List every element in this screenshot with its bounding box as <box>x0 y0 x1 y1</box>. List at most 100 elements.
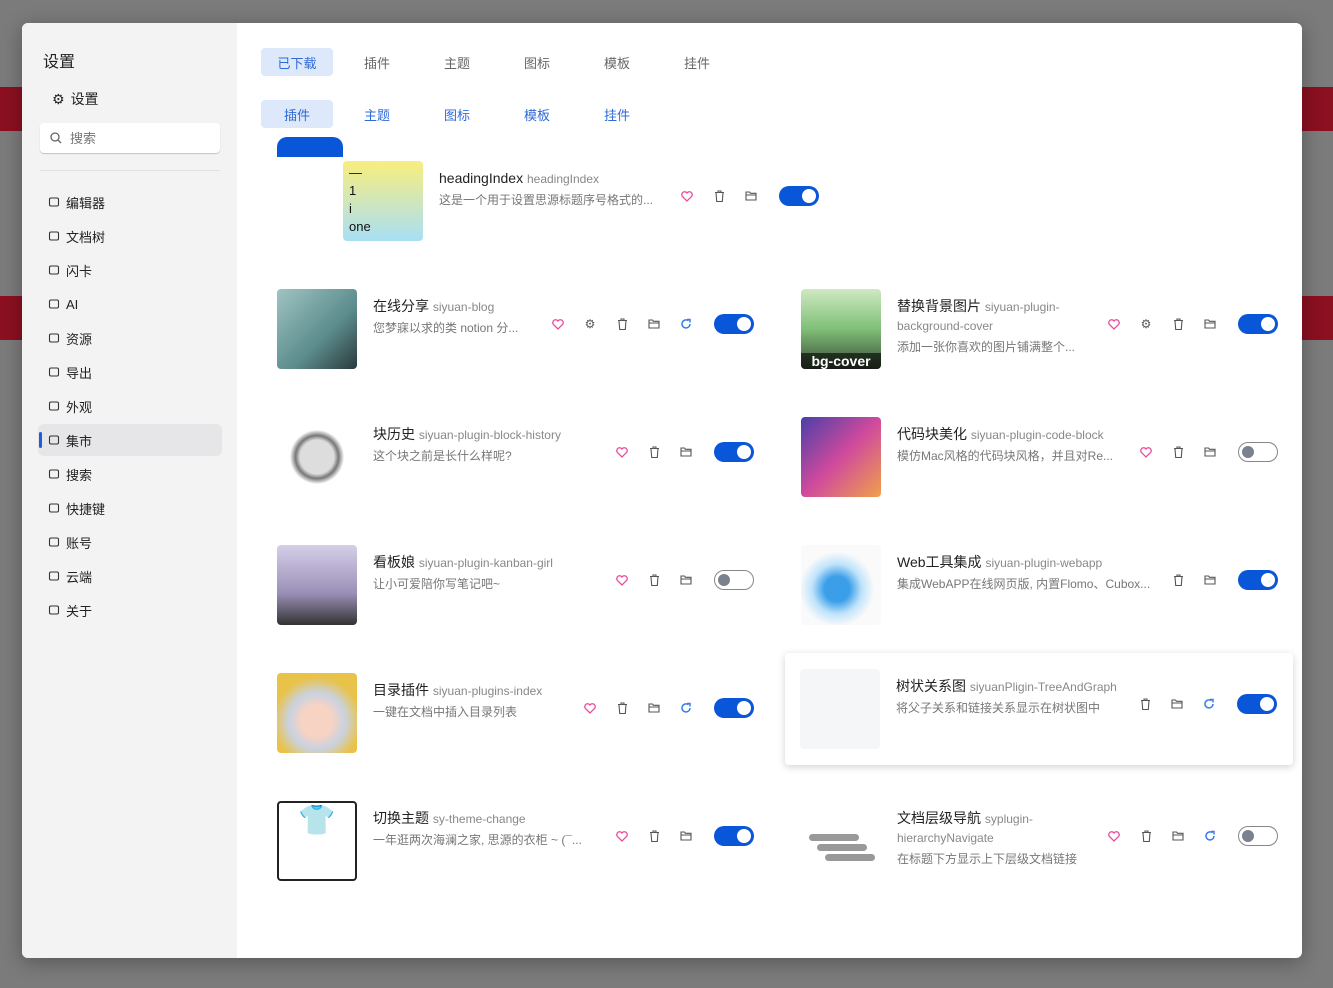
trash-icon[interactable] <box>1170 316 1186 332</box>
tab[interactable]: 已下载 <box>261 48 333 76</box>
trash-icon[interactable] <box>1170 444 1186 460</box>
plugin-card[interactable]: 块历史 siyuan-plugin-block-history 这个块之前是长什… <box>262 401 770 513</box>
trash-icon[interactable] <box>1137 696 1153 712</box>
folder-icon[interactable] <box>1202 572 1218 588</box>
update-icon[interactable] <box>678 316 694 332</box>
heart-icon[interactable] <box>614 572 630 588</box>
sidebar-item[interactable]: 集市 <box>38 424 222 456</box>
enable-toggle[interactable] <box>1238 442 1278 462</box>
enable-toggle[interactable] <box>714 570 754 590</box>
settings-link[interactable]: ⚙ 设置 <box>52 89 99 109</box>
tab[interactable]: 模板 <box>501 100 573 128</box>
folder-icon[interactable] <box>1170 828 1186 844</box>
search-input[interactable] <box>70 130 200 146</box>
trash-icon[interactable] <box>1170 572 1186 588</box>
sidebar-item[interactable]: 快捷键 <box>38 492 222 524</box>
plugin-thumbnail: 👕 <box>277 801 357 881</box>
plugin-name: 目录插件 <box>373 682 429 698</box>
tab[interactable]: 插件 <box>341 48 413 76</box>
heart-icon[interactable] <box>1138 444 1154 460</box>
plugin-card[interactable]: — 1 i one headingIndex headingIndex 这是一个用于设… <box>328 145 835 257</box>
plugin-card[interactable]: 树状关系图 siyuanPligin-TreeAndGraph 将父子关系和链接… <box>785 653 1293 765</box>
trash-icon[interactable] <box>646 572 662 588</box>
plugin-name: 在线分享 <box>373 298 429 314</box>
enable-toggle[interactable] <box>1238 826 1278 846</box>
plugin-name: 代码块美化 <box>897 426 967 442</box>
plugin-actions <box>1170 570 1278 590</box>
sidebar-item[interactable]: 编辑器 <box>38 186 222 218</box>
trash-icon[interactable] <box>646 444 662 460</box>
plugin-card[interactable]: 目录插件 siyuan-plugins-index 一键在文档中插入目录列表 <box>262 657 770 769</box>
update-icon[interactable] <box>678 700 694 716</box>
enable-toggle[interactable] <box>779 186 819 206</box>
tab[interactable]: 图标 <box>421 100 493 128</box>
update-icon[interactable] <box>1202 828 1218 844</box>
enable-toggle[interactable] <box>714 442 754 462</box>
tab[interactable]: 模板 <box>581 48 653 76</box>
plugin-card[interactable]: 代码块美化 siyuan-plugin-code-block 模仿Mac风格的代… <box>786 401 1294 513</box>
tab[interactable]: 挂件 <box>581 100 653 128</box>
enable-toggle[interactable] <box>1238 314 1278 334</box>
plugin-card[interactable]: 看板娘 siyuan-plugin-kanban-girl 让小可爱陪你写笔记吧… <box>262 529 770 641</box>
trash-icon[interactable] <box>711 188 727 204</box>
sidebar-item[interactable]: 关于 <box>38 594 222 626</box>
folder-icon[interactable] <box>646 316 662 332</box>
plugin-card[interactable]: 文档层级导航 syplugin-hierarchyNavigate 在标题下方显… <box>786 785 1294 897</box>
heart-icon[interactable] <box>550 316 566 332</box>
sidebar-item[interactable]: 导出 <box>38 356 222 388</box>
tab[interactable]: 主题 <box>421 48 493 76</box>
sidebar-item-label: 账号 <box>66 535 93 551</box>
heart-icon[interactable] <box>1106 316 1122 332</box>
search-box[interactable] <box>40 123 220 153</box>
tab[interactable]: 插件 <box>261 100 333 128</box>
enable-toggle[interactable] <box>1238 570 1278 590</box>
sidebar-item[interactable]: 闪卡 <box>38 254 222 286</box>
settings-label: 设置 <box>70 91 99 107</box>
heart-icon[interactable] <box>614 828 630 844</box>
folder-icon[interactable] <box>1169 696 1185 712</box>
enable-toggle[interactable] <box>714 314 754 334</box>
plugin-description: 您梦寐以求的类 notion 分... <box>373 321 519 335</box>
trash-icon[interactable] <box>646 828 662 844</box>
plugin-name: 看板娘 <box>373 554 415 570</box>
sidebar-item[interactable]: AI <box>38 288 222 320</box>
enable-toggle[interactable] <box>714 698 754 718</box>
plugin-card[interactable]: bg-cover 替换背景图片 siyuan-plugin-background… <box>786 273 1294 385</box>
sidebar-item[interactable]: 资源 <box>38 322 222 354</box>
sidebar-item[interactable]: 外观 <box>38 390 222 422</box>
plugin-description: 添加一张你喜欢的图片铺满整个... <box>897 340 1076 354</box>
sidebar-item[interactable]: 文档树 <box>38 220 222 252</box>
heart-icon[interactable] <box>614 444 630 460</box>
sidebar-item[interactable]: 搜索 <box>38 458 222 490</box>
gear-icon[interactable]: ⚙ <box>1138 316 1154 332</box>
plugin-card[interactable]: 在线分享 siyuan-blog 您梦寐以求的类 notion 分... ⚙ <box>262 273 770 385</box>
sidebar-item[interactable]: 云端 <box>38 560 222 592</box>
folder-icon[interactable] <box>743 188 759 204</box>
plugin-card[interactable]: 👕 切换主题 sy-theme-change 一年逛两次海澜之家, 思源的衣柜 … <box>262 785 770 897</box>
tab[interactable]: 图标 <box>501 48 573 76</box>
folder-icon[interactable] <box>678 572 694 588</box>
plugin-id: siyuan-plugin-code-block <box>970 428 1104 442</box>
tab[interactable]: 挂件 <box>661 48 733 76</box>
heart-icon[interactable] <box>1106 828 1122 844</box>
gear-icon[interactable]: ⚙ <box>582 316 598 332</box>
enable-toggle[interactable] <box>1237 694 1277 714</box>
folder-icon[interactable] <box>678 444 694 460</box>
tab[interactable]: 主题 <box>341 100 413 128</box>
folder-icon[interactable] <box>678 828 694 844</box>
enable-toggle[interactable] <box>714 826 754 846</box>
trash-icon[interactable] <box>614 700 630 716</box>
folder-icon[interactable] <box>1202 444 1218 460</box>
plugin-thumbnail: — 1 i one <box>343 161 423 241</box>
plugin-card[interactable]: Web工具集成 siyuan-plugin-webapp 集成WebAPP在线网… <box>786 529 1294 641</box>
sidebar-item[interactable]: 账号 <box>38 526 222 558</box>
folder-icon[interactable] <box>1202 316 1218 332</box>
plugin-id: sy-theme-change <box>432 812 526 826</box>
trash-icon[interactable] <box>614 316 630 332</box>
folder-icon <box>48 231 60 241</box>
heart-icon[interactable] <box>582 700 598 716</box>
heart-icon[interactable] <box>679 188 695 204</box>
trash-icon[interactable] <box>1138 828 1154 844</box>
update-icon[interactable] <box>1201 696 1217 712</box>
folder-icon[interactable] <box>646 700 662 716</box>
